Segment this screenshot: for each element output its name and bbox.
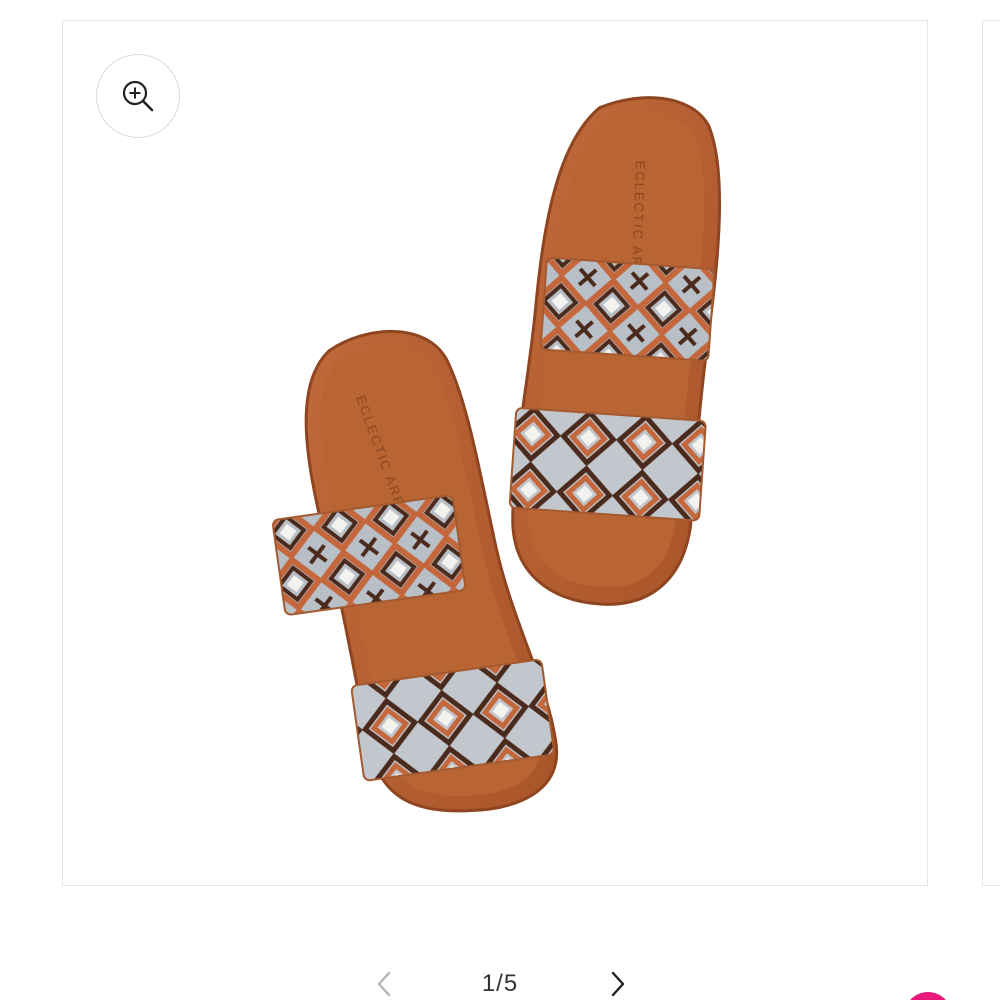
gallery-pager: 1/5 bbox=[0, 960, 1000, 1000]
next-slide-peek[interactable] bbox=[982, 20, 1000, 886]
previous-slide-button[interactable] bbox=[368, 968, 400, 1000]
zoom-in-icon bbox=[122, 80, 154, 112]
zoom-button[interactable] bbox=[96, 54, 180, 138]
right-sandal: ECLECTIC ARRAY bbox=[508, 96, 722, 606]
chevron-right-icon bbox=[611, 971, 625, 997]
left-sandal: ECLECTIC ARRAY bbox=[272, 329, 559, 813]
product-image[interactable]: ECLECTIC ARRAY ECLECTIC ARRAY bbox=[62, 20, 928, 886]
product-gallery-viewport: ECLECTIC ARRAY ECLECTIC ARRAY 1/5 bbox=[0, 0, 1000, 1000]
next-slide-button[interactable] bbox=[602, 968, 634, 1000]
chevron-left-icon bbox=[377, 971, 391, 997]
slide-counter: 1/5 bbox=[481, 970, 519, 997]
